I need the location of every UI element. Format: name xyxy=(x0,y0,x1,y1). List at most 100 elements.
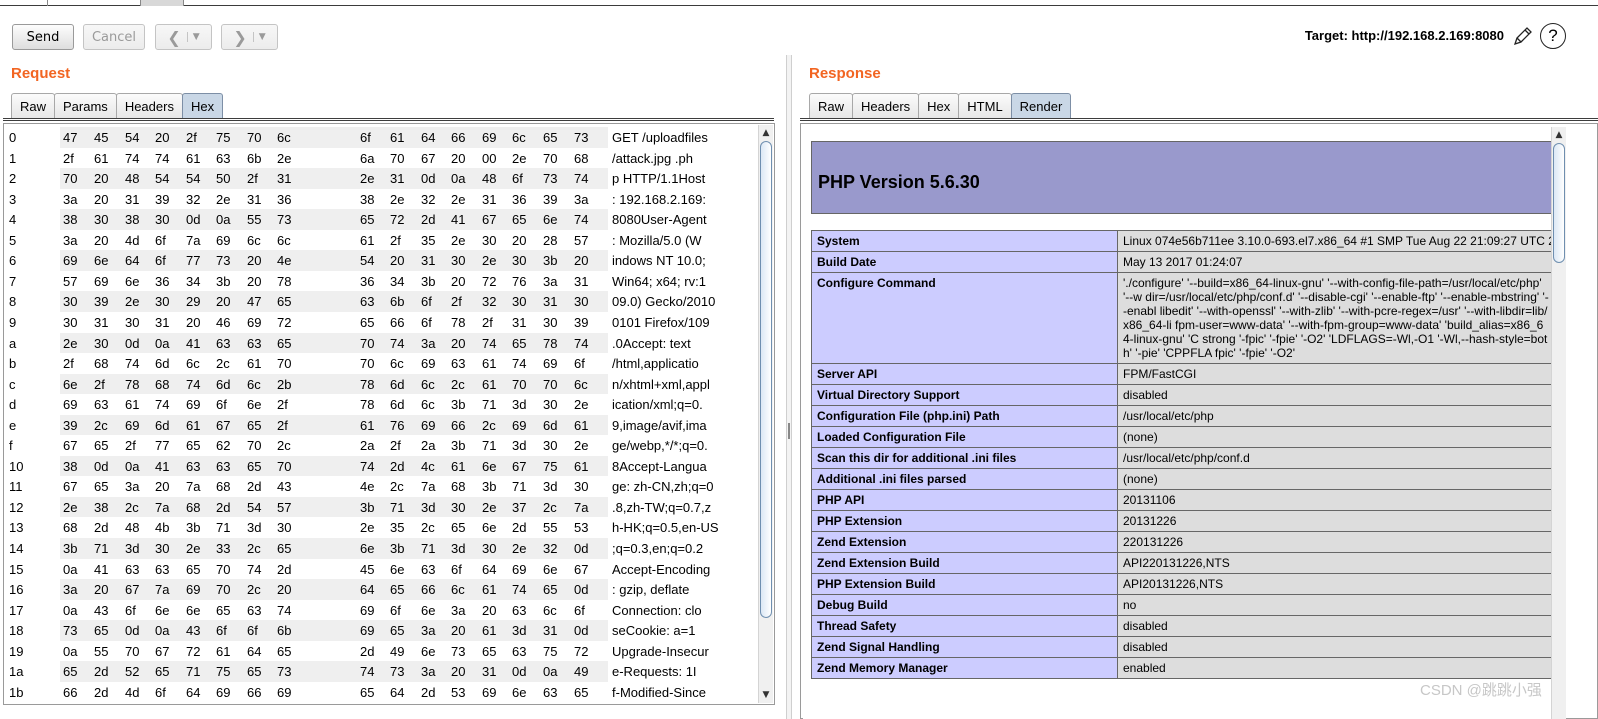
hex-byte[interactable]: 75 xyxy=(216,130,230,145)
hex-byte[interactable]: 70 xyxy=(247,130,261,145)
hex-byte[interactable]: 3a xyxy=(421,336,435,351)
hex-byte[interactable]: 31 xyxy=(247,192,261,207)
scroll-thumb[interactable] xyxy=(760,141,772,618)
hex-row[interactable]: 19 0a 55 70 67 72 61 64 65 2d 49 6e 73 65 63 75 72 Upgrad… xyxy=(4,640,756,662)
hex-byte[interactable]: 68 xyxy=(216,479,230,494)
hex-byte[interactable]: 2e xyxy=(186,541,200,556)
hex-byte[interactable]: 38 xyxy=(360,192,374,207)
hex-byte[interactable]: 74 xyxy=(390,336,404,351)
forward-button[interactable]: ❯ ▼ xyxy=(221,24,278,50)
hex-row[interactable]: 5 3a 20 4d 6f 7a 69 6c 6c 61 2f 35 2e 30 20 28 57: Mozil… xyxy=(4,229,756,251)
hex-byte[interactable]: 73 xyxy=(277,212,291,227)
hex-byte[interactable]: 74 xyxy=(277,603,291,618)
hex-byte[interactable]: 00 xyxy=(482,151,496,166)
hex-row[interactable]: 17 0a 43 6f 6e 6e 65 63 74 69 6f 6e 3a 20 63 6c 6f Connec… xyxy=(4,599,756,621)
hex-byte[interactable]: 2f xyxy=(63,356,74,371)
hex-byte[interactable]: 39 xyxy=(574,315,588,330)
hex-byte[interactable]: 6d xyxy=(390,397,404,412)
hex-byte[interactable]: 71 xyxy=(512,479,526,494)
hex-byte[interactable]: 6e xyxy=(186,603,200,618)
hex-row[interactable]: 3 3a 20 31 39 32 2e 31 36 38 2e 32 2e 31 36 39 3a: 192.1… xyxy=(4,188,756,210)
hex-byte[interactable]: 20 xyxy=(451,336,465,351)
hex-byte[interactable]: 2d xyxy=(360,644,374,659)
hex-byte[interactable]: 61 xyxy=(574,459,588,474)
hex-byte[interactable]: 20 xyxy=(94,233,108,248)
help-icon[interactable]: ? xyxy=(1540,23,1566,49)
hex-byte[interactable]: 63 xyxy=(125,562,139,577)
hex-byte[interactable]: 2f xyxy=(277,418,288,433)
hex-byte[interactable]: 3a xyxy=(63,582,77,597)
hex-byte[interactable]: 30 xyxy=(482,233,496,248)
hex-byte[interactable]: 65 xyxy=(247,459,261,474)
hex-byte[interactable]: 38 xyxy=(63,459,77,474)
hex-byte[interactable]: 70 xyxy=(360,336,374,351)
hex-byte[interactable]: 78 xyxy=(360,397,374,412)
hex-byte[interactable]: 2d xyxy=(94,685,108,700)
hex-byte[interactable]: 31 xyxy=(482,192,496,207)
hex-byte[interactable]: 4b xyxy=(155,520,169,535)
hex-byte[interactable]: 64 xyxy=(482,562,496,577)
hex-byte[interactable]: 65 xyxy=(94,438,108,453)
hex-byte[interactable]: 6c xyxy=(512,130,526,145)
hex-byte[interactable]: 2f xyxy=(451,294,462,309)
hex-byte[interactable]: 70 xyxy=(216,562,230,577)
hex-byte[interactable]: 3b xyxy=(482,479,496,494)
hex-byte[interactable]: 0a xyxy=(216,212,230,227)
hex-byte[interactable]: 72 xyxy=(277,315,291,330)
hex-byte[interactable]: 6e xyxy=(360,541,374,556)
hex-byte[interactable]: 3b xyxy=(216,274,230,289)
hex-byte[interactable]: 61 xyxy=(482,623,496,638)
hex-byte[interactable]: 65 xyxy=(186,562,200,577)
hex-byte[interactable]: 48 xyxy=(125,520,139,535)
hex-byte[interactable]: 2d xyxy=(94,520,108,535)
hex-byte[interactable]: 61 xyxy=(482,356,496,371)
hex-byte[interactable]: 6c xyxy=(421,397,435,412)
hex-byte[interactable]: 6e xyxy=(247,397,261,412)
request-tab-hex[interactable]: Hex xyxy=(181,93,224,119)
hex-byte[interactable]: 2c xyxy=(421,520,435,535)
hex-byte[interactable]: 63 xyxy=(543,685,557,700)
hex-byte[interactable]: 67 xyxy=(125,582,139,597)
hex-byte[interactable]: 32 xyxy=(543,541,557,556)
hex-byte[interactable]: 20 xyxy=(94,171,108,186)
hex-byte[interactable]: 68 xyxy=(451,479,465,494)
hex-byte[interactable]: 61 xyxy=(125,397,139,412)
hex-byte[interactable]: 20 xyxy=(94,192,108,207)
hex-byte[interactable]: 3b xyxy=(421,274,435,289)
hex-byte[interactable]: 7a xyxy=(186,479,200,494)
hex-byte[interactable]: 0d xyxy=(512,664,526,679)
hex-byte[interactable]: 74 xyxy=(512,582,526,597)
hex-byte[interactable]: 71 xyxy=(390,500,404,515)
hex-byte[interactable]: 65 xyxy=(277,541,291,556)
hex-byte[interactable]: 71 xyxy=(94,541,108,556)
hex-byte[interactable]: 61 xyxy=(574,418,588,433)
hex-byte[interactable]: 43 xyxy=(94,603,108,618)
hex-byte[interactable]: 6f xyxy=(247,623,258,638)
hex-byte[interactable]: 6f xyxy=(216,397,227,412)
back-button[interactable]: ❮ ▼ xyxy=(155,24,212,50)
hex-byte[interactable]: 2d xyxy=(277,562,291,577)
hex-byte[interactable]: 67 xyxy=(155,644,169,659)
hex-byte[interactable]: 69 xyxy=(421,418,435,433)
hex-byte[interactable]: 74 xyxy=(155,151,169,166)
hex-byte[interactable]: 74 xyxy=(247,562,261,577)
hex-byte[interactable]: 49 xyxy=(390,644,404,659)
hex-byte[interactable]: 78 xyxy=(451,315,465,330)
hex-byte[interactable]: 65 xyxy=(451,520,465,535)
hex-byte[interactable]: 20 xyxy=(574,253,588,268)
hex-byte[interactable]: 0d xyxy=(574,582,588,597)
hex-byte[interactable]: 54 xyxy=(155,171,169,186)
hex-byte[interactable]: 0d xyxy=(574,541,588,556)
hex-byte[interactable]: 7a xyxy=(186,233,200,248)
hex-byte[interactable]: 67 xyxy=(216,418,230,433)
hex-byte[interactable]: 3b xyxy=(360,500,374,515)
hex-byte[interactable]: 72 xyxy=(186,644,200,659)
hex-byte[interactable]: 54 xyxy=(360,253,374,268)
hex-byte[interactable]: 2e xyxy=(125,294,139,309)
hex-byte[interactable]: 6f xyxy=(512,171,523,186)
hex-byte[interactable]: 3b xyxy=(543,253,557,268)
hex-byte[interactable]: 64 xyxy=(421,130,435,145)
hex-byte[interactable]: 63 xyxy=(451,356,465,371)
hex-byte[interactable]: 69 xyxy=(94,274,108,289)
hex-byte[interactable]: 3a xyxy=(421,664,435,679)
